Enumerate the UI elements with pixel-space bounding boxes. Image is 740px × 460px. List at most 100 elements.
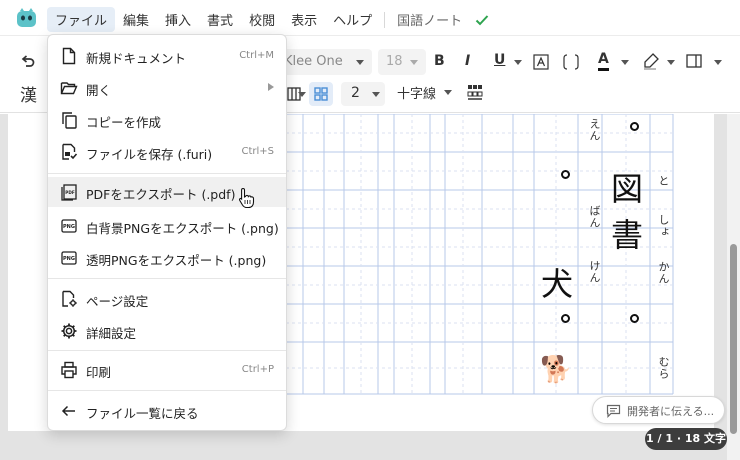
menu-item-label: ファイル一覧に戻る [86,406,199,421]
menu-edit[interactable]: 編集 [115,7,157,32]
menu-item-label: 印刷 [86,365,112,380]
menu-item-save[interactable]: ファイルを保存 (.furi) Ctrl+S [48,137,286,167]
highlighter-icon[interactable] [642,52,660,70]
menu-view[interactable]: 表示 [283,7,325,32]
app-logo [17,8,36,27]
png-icon: PNG [61,251,77,265]
furigana-kan: かん [657,261,670,285]
chevron-down-icon[interactable] [298,92,306,97]
hand-pointer-icon [239,187,255,209]
shortcut-label: Ctrl+P [241,364,274,375]
arrow-left-icon [61,405,75,417]
page-settings-icon [62,290,77,307]
menu-item-label: 開く [86,83,112,98]
menu-divider [48,390,286,391]
furigana-en: えん [588,118,601,142]
columns-value: 2 [351,85,360,101]
chat-icon [606,404,621,418]
save-icon [62,143,78,160]
grid-layout-button[interactable] [309,82,333,106]
menu-item-label: PDFをエクスポート (.pdf) [86,187,236,202]
new-document-icon [62,47,76,65]
chevron-down-icon[interactable] [621,60,629,65]
menu-insert[interactable]: 挿入 [157,7,199,32]
menu-item-new-document[interactable]: 新規ドキュメント Ctrl+M [48,41,286,71]
kanji-inu: 犬 [541,265,574,303]
menu-item-page-settings[interactable]: ページ設定 [48,284,286,314]
dog-emoji: 🐕 [540,355,573,385]
menu-item-label: ファイルを保存 (.furi) [86,147,213,162]
menu-divider [48,278,286,279]
grid-icon [314,87,328,101]
character-count-badge: 1 / 1 · 18 文字 [645,428,727,450]
scroll-thumb[interactable] [730,244,737,434]
pdf-icon: PDF [61,184,77,201]
kuten-mark [561,314,570,323]
panel-icon[interactable] [686,53,702,69]
gear-icon [61,323,77,339]
brackets-icon[interactable] [562,53,580,71]
chevron-down-icon[interactable] [514,60,522,65]
text-border-icon[interactable] [533,54,549,70]
copy-icon [62,112,77,129]
menu-item-label: 白背景PNGをエクスポート (.png) [86,221,279,236]
guide-select[interactable]: 十字線 [397,83,452,102]
vertical-scrollbar[interactable] [727,114,740,460]
menu-item-label: ページ設定 [86,294,149,309]
chevron-down-icon[interactable] [667,60,675,65]
shortcut-label: Ctrl+S [241,146,274,157]
menu-item-print[interactable]: 印刷 Ctrl+P [48,355,286,385]
menu-item-export-png-white[interactable]: PNG 白背景PNGをエクスポート (.png) [48,211,286,241]
font-family-select[interactable]: Klee One [276,49,372,75]
menu-item-back-to-files[interactable]: ファイル一覧に戻る [48,396,286,426]
bold-button[interactable]: B [434,53,445,69]
kuten-mark [630,314,639,323]
underline-button[interactable]: U [494,52,505,68]
menu-divider [384,11,386,28]
furigana-mura: むら [657,356,670,380]
menu-item-open[interactable]: 開く [48,73,286,103]
guide-select-label: 十字線 [397,87,437,102]
feedback-button[interactable]: 開発者に伝える... [592,396,725,424]
italic-button[interactable]: I [465,53,470,69]
menu-divider [48,350,286,351]
svg-text:PDF: PDF [65,190,75,195]
check-icon [475,14,489,25]
font-size-select[interactable]: 18 [378,49,426,75]
menu-items: ファイル 編集 挿入 書式 校閲 表示 ヘルプ 国語ノート [47,7,490,32]
svg-text:PNG: PNG [63,256,75,262]
menu-item-label: コピーを作成 [86,115,162,130]
menu-help[interactable]: ヘルプ [325,7,380,32]
kuten-mark [561,170,570,179]
chevron-down-icon [410,60,418,65]
furigana-to: と [657,175,670,187]
feedback-label: 開発者に伝える... [627,405,715,418]
kanji-zu: 図 [611,170,644,208]
chevron-down-icon [356,60,364,65]
menubar: ファイル 編集 挿入 書式 校閲 表示 ヘルプ 国語ノート [0,0,740,36]
menu-item-copy[interactable]: コピーを作成 [48,105,286,135]
menu-format[interactable]: 書式 [199,7,241,32]
menu-item-label: 新規ドキュメント [86,51,187,66]
grid-view-icon[interactable] [467,84,483,100]
undo-icon[interactable] [20,53,36,69]
file-menu-dropdown: 新規ドキュメント Ctrl+M 開く コピーを作成 ファイルを保存 (.furi… [47,34,287,431]
columns-select[interactable]: 2 [341,82,385,106]
font-family-value: Klee One [284,54,343,69]
chevron-down-icon[interactable] [714,60,722,65]
menu-item-export-png-transparent[interactable]: PNG 透明PNGをエクスポート (.png) [48,243,286,273]
chevron-down-icon [444,90,452,95]
svg-text:PNG: PNG [63,224,75,230]
menu-item-label: 透明PNGをエクスポート (.png) [86,253,267,268]
menu-item-advanced-settings[interactable]: 詳細設定 [48,316,286,346]
furigana-ken: けん [588,260,601,284]
menu-review[interactable]: 校閲 [241,7,283,32]
kanji-sho: 書 [611,216,644,254]
kanji-button[interactable]: 漢 [20,81,37,106]
text-color-button[interactable]: A [598,51,609,71]
document-title[interactable]: 国語ノート [391,7,468,32]
menu-item-label: 詳細設定 [86,326,137,341]
menu-file[interactable]: ファイル [47,7,116,32]
folder-open-icon [60,82,78,95]
chevron-down-icon [372,92,380,97]
